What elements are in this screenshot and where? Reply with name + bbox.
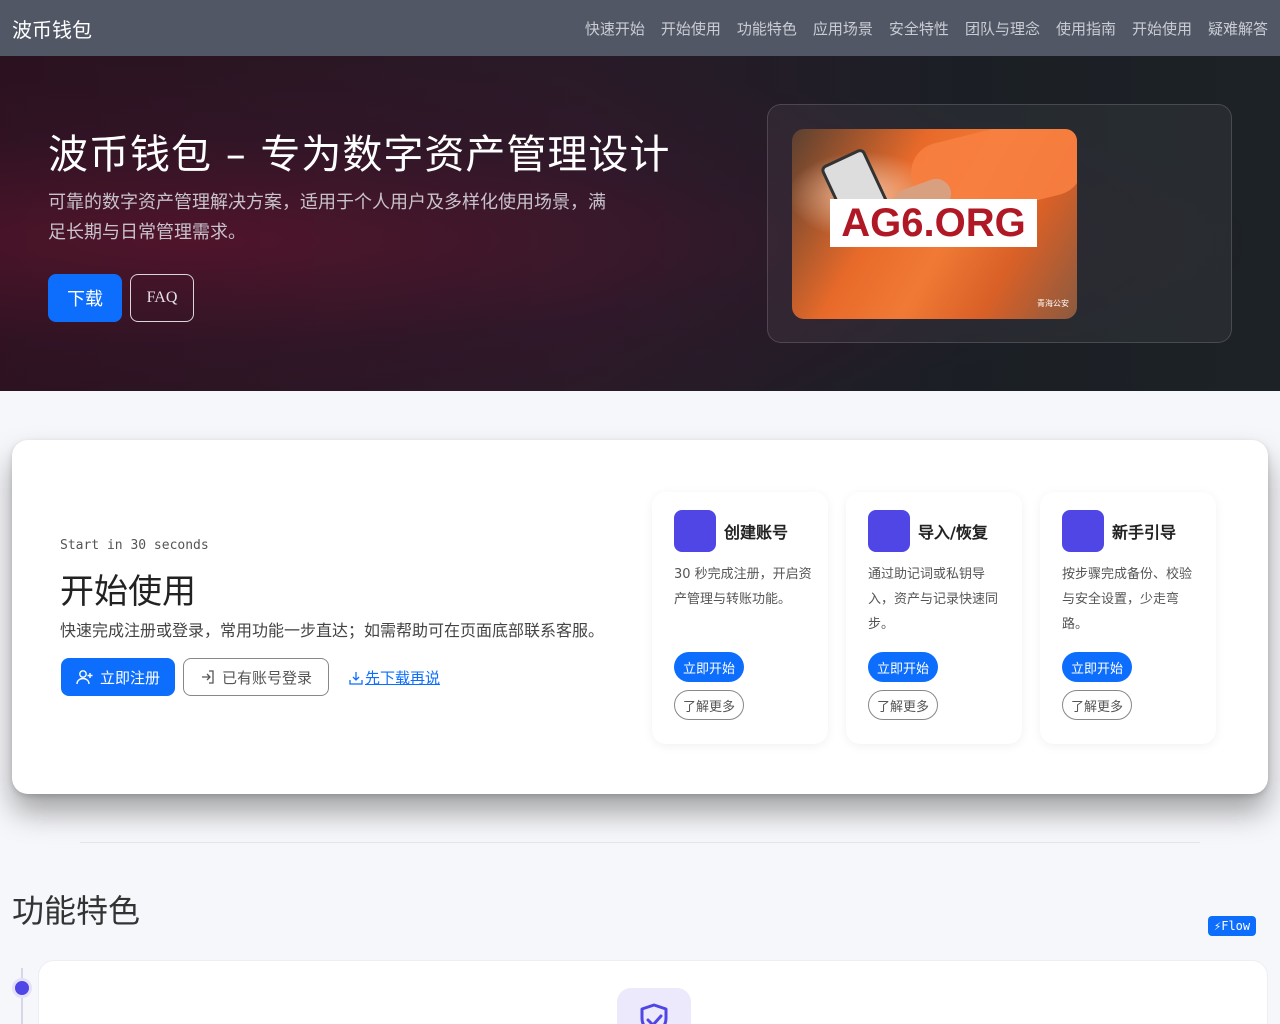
download-first-label: 先下载再说 [365, 669, 441, 687]
get-started-card: Start in 30 seconds 开始使用 快速完成注册或登录，常用功能一… [12, 440, 1268, 794]
download-first-link[interactable]: 先下载再说 [349, 667, 440, 688]
nav-menu: 快速开始 开始使用 功能特色 应用场景 安全特性 团队与理念 使用指南 开始使用… [569, 18, 1268, 39]
step-card-beginner-guide: 新手引导 按步骤完成备份、校验与安全设置，少走弯路。 立即开始 了解更多 [1040, 492, 1216, 744]
create-account-icon [674, 510, 716, 552]
login-icon [201, 670, 214, 684]
start-title: 开始使用 [60, 572, 196, 612]
section-divider [80, 842, 1200, 843]
step-description: 按步骤完成备份、校验与安全设置，少走弯路。 [1062, 567, 1193, 632]
top-navbar: 波币钱包 快速开始 开始使用 功能特色 应用场景 安全特性 团队与理念 使用指南… [0, 0, 1280, 56]
download-button[interactable]: 下载 [48, 274, 122, 322]
brand-logo[interactable]: 波币钱包 [12, 14, 92, 43]
step-start-button[interactable]: 立即开始 [868, 652, 939, 682]
step-description: 通过助记词或私钥导入，资产与记录快速同步。 [868, 567, 999, 632]
hero-title: 波币钱包 – 专为数字资产管理设计 [48, 132, 671, 178]
image-source-tag: 青海公安 [1037, 299, 1069, 308]
hero-section: 波币钱包 – 专为数字资产管理设计 可靠的数字资产管理解决方案，适用于个人用户及… [0, 56, 1280, 391]
step-learn-more-button[interactable]: 了解更多 [868, 690, 939, 720]
watermark-text: AG6.ORG [841, 200, 1026, 245]
feature-icon-wrapper [617, 988, 691, 1024]
nav-item-troubleshooting[interactable]: 疑难解答 [1208, 18, 1268, 39]
flow-badge: ⚡Flow [1208, 916, 1257, 936]
step-header: 新手引导 [1062, 510, 1176, 552]
login-label: 已有账号登录 [221, 668, 312, 687]
step-card-create-account: 创建账号 30 秒完成注册，开启资产管理与转账功能。 立即开始 了解更多 [652, 492, 828, 744]
nav-item-get-started[interactable]: 开始使用 [661, 18, 721, 39]
nav-item-security[interactable]: 安全特性 [889, 18, 949, 39]
hero-media-frame: AG6.ORG 青海公安 [767, 104, 1232, 343]
login-button[interactable]: 已有账号登录 [183, 658, 329, 696]
start-description: 快速完成注册或登录，常用功能一步直达；如需帮助可在页面底部联系客服。 [60, 621, 605, 640]
features-title: 功能特色 [12, 892, 141, 930]
image-watermark: AG6.ORG [830, 199, 1037, 247]
nav-item-features[interactable]: 功能特色 [737, 18, 797, 39]
shield-check-icon [640, 1003, 668, 1024]
step-learn-more-button[interactable]: 了解更多 [674, 690, 745, 720]
start-eyebrow: Start in 30 seconds [60, 538, 209, 553]
nav-item-get-started-2[interactable]: 开始使用 [1132, 18, 1192, 39]
register-button[interactable]: 立即注册 [61, 658, 175, 696]
step-description: 30 秒完成注册，开启资产管理与转账功能。 [674, 567, 812, 607]
download-icon [349, 671, 363, 685]
nav-item-quick-start[interactable]: 快速开始 [585, 18, 645, 39]
step-header: 创建账号 [674, 510, 788, 552]
nav-item-guide[interactable]: 使用指南 [1056, 18, 1116, 39]
faq-button[interactable]: FAQ [130, 274, 194, 322]
step-start-button[interactable]: 立即开始 [674, 652, 745, 682]
beginner-guide-icon [1062, 510, 1104, 552]
nav-item-scenarios[interactable]: 应用场景 [813, 18, 873, 39]
hero-subtitle: 可靠的数字资产管理解决方案，适用于个人用户及多样化使用场景，满足长期与日常管理需… [48, 192, 606, 243]
import-restore-icon [868, 510, 910, 552]
step-learn-more-button[interactable]: 了解更多 [1062, 690, 1133, 720]
timeline-dot [12, 978, 32, 998]
step-title: 导入/恢复 [918, 523, 988, 542]
feature-card [38, 960, 1268, 1024]
step-title: 创建账号 [724, 523, 789, 542]
step-start-button[interactable]: 立即开始 [1062, 652, 1133, 682]
hero-image: AG6.ORG 青海公安 [792, 129, 1077, 319]
step-header: 导入/恢复 [868, 510, 988, 552]
step-title: 新手引导 [1112, 523, 1177, 542]
register-label: 立即注册 [99, 668, 160, 687]
nav-item-team[interactable]: 团队与理念 [965, 18, 1040, 39]
step-card-import-restore: 导入/恢复 通过助记词或私钥导入，资产与记录快速同步。 立即开始 了解更多 [846, 492, 1022, 744]
add-user-icon [76, 670, 93, 685]
